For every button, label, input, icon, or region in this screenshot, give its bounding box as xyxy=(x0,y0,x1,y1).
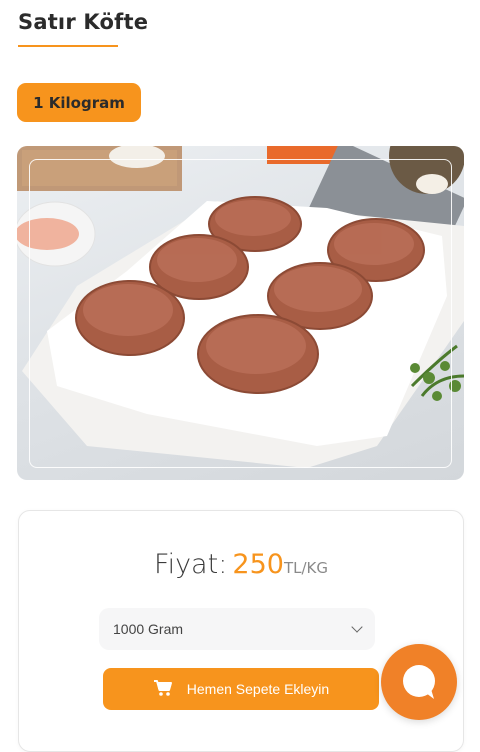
chat-bubble-icon xyxy=(403,665,435,699)
price-value: 250 xyxy=(232,549,284,580)
size-select-value: 1000 Gram xyxy=(113,621,184,637)
price-unit: TL/KG xyxy=(283,559,328,577)
add-to-cart-label: Hemen Sepete Ekleyin xyxy=(186,681,330,697)
size-select[interactable]: 1000 Gram xyxy=(99,608,375,650)
add-to-cart-button[interactable]: Hemen Sepete Ekleyin xyxy=(103,668,379,710)
product-photo-illustration xyxy=(17,146,464,468)
price-card: Fiyat: 250TL/KG 1000 Gram Hemen Sepete E… xyxy=(18,510,464,752)
weight-option-button[interactable]: 1 Kilogram xyxy=(17,83,141,122)
chevron-down-icon xyxy=(351,621,363,633)
product-image xyxy=(17,146,464,480)
title-underline xyxy=(18,45,118,47)
price-label: Fiyat: xyxy=(154,549,228,580)
product-title: Satır Köfte xyxy=(18,10,149,34)
price-row: Fiyat: 250TL/KG xyxy=(19,549,463,580)
cart-icon xyxy=(153,679,173,700)
chat-button[interactable] xyxy=(381,644,457,720)
